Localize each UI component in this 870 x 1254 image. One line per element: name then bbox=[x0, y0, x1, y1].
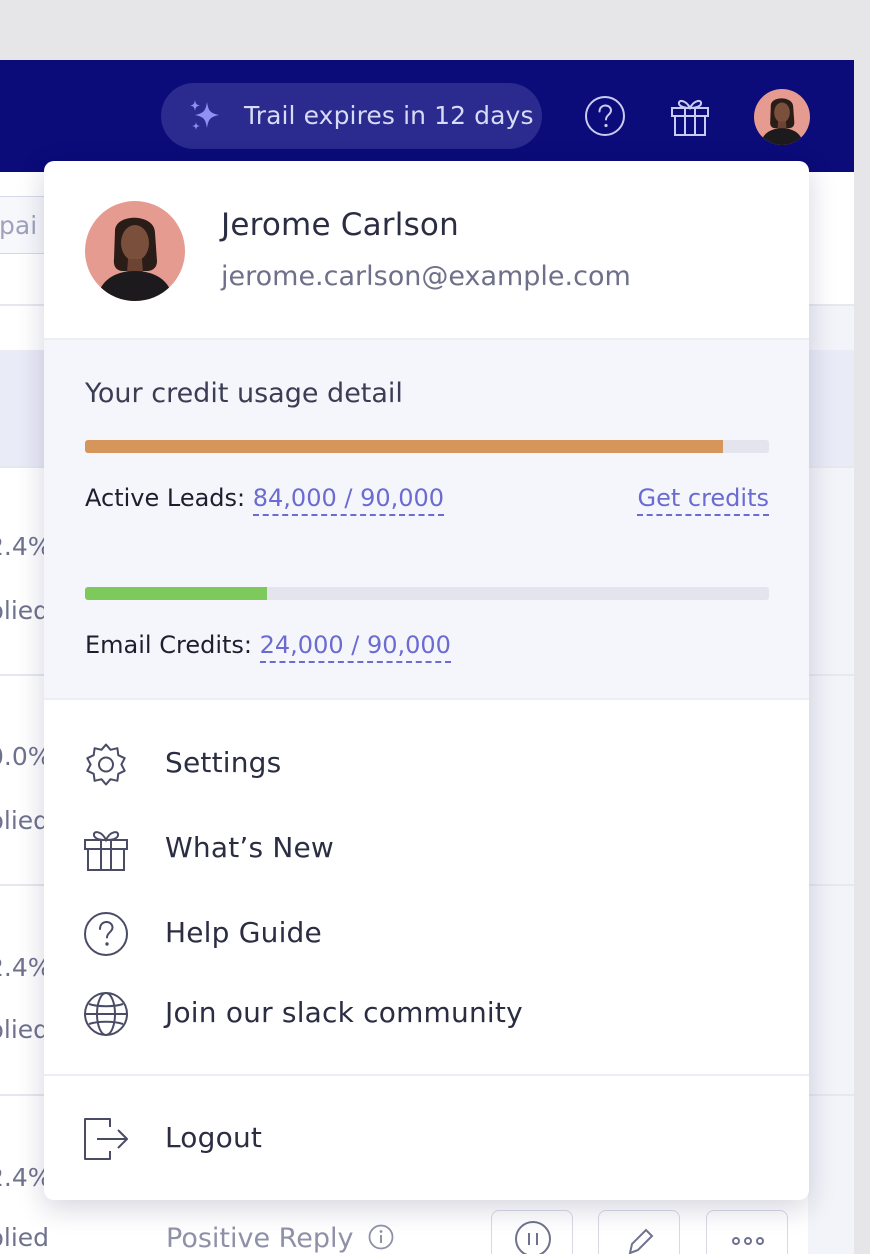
menu-item-label: Help Guide bbox=[165, 916, 322, 949]
more-button[interactable] bbox=[706, 1210, 788, 1254]
logout-label: Logout bbox=[165, 1121, 263, 1154]
trial-label: Trail expires in 12 days bbox=[244, 101, 534, 130]
email-credits-value[interactable]: 24,000 / 90,000 bbox=[259, 631, 451, 663]
pause-button[interactable] bbox=[491, 1210, 573, 1254]
gear-icon bbox=[86, 743, 126, 786]
active-leads-value[interactable]: 84,000 / 90,000 bbox=[252, 484, 445, 516]
globe-icon bbox=[84, 992, 128, 1036]
active-leads-progress-fill bbox=[85, 440, 724, 453]
user-name: Jerome Carlson bbox=[221, 207, 459, 243]
help-circle-icon[interactable] bbox=[584, 95, 626, 137]
menu-item-label: What’s New bbox=[165, 831, 335, 864]
credit-usage-section: Your credit usage detail Active Leads: 8… bbox=[44, 338, 809, 700]
profile-header: Jerome Carlson jerome.carlson@example.co… bbox=[44, 161, 809, 338]
info-icon[interactable] bbox=[368, 1224, 394, 1250]
active-leads-label: Active Leads: bbox=[85, 484, 246, 512]
trial-badge[interactable]: Trail expires in 12 days bbox=[161, 83, 542, 149]
credit-usage-heading: Your credit usage detail bbox=[85, 378, 403, 409]
more-icon bbox=[732, 1237, 764, 1245]
menu-item-whats-new[interactable]: What’s New bbox=[44, 813, 809, 883]
edit-button[interactable] bbox=[598, 1210, 680, 1254]
help-circle-icon bbox=[84, 912, 128, 956]
sparkle-icon bbox=[190, 100, 219, 130]
menu-divider bbox=[44, 1074, 809, 1076]
menu-item-slack-community[interactable]: Join our slack community bbox=[44, 978, 809, 1048]
user-email: jerome.carlson@example.com bbox=[221, 261, 631, 292]
email-credits-label: Email Credits: bbox=[85, 631, 252, 659]
user-avatar-button[interactable] bbox=[754, 89, 810, 145]
active-leads-progress bbox=[85, 440, 769, 453]
table-cell: plied bbox=[0, 1223, 50, 1252]
table-cell: plied bbox=[0, 806, 50, 835]
menu-item-label: Settings bbox=[165, 746, 282, 779]
table-cell: plied bbox=[0, 596, 50, 625]
status-label-text: Positive Reply bbox=[166, 1223, 354, 1254]
avatar-image bbox=[754, 89, 810, 145]
logout-button[interactable]: Logout bbox=[44, 1103, 809, 1173]
gift-icon[interactable] bbox=[668, 94, 712, 138]
email-credits-progress-fill bbox=[85, 587, 268, 600]
menu-item-settings[interactable]: Settings bbox=[44, 728, 809, 798]
pause-icon bbox=[515, 1221, 551, 1254]
gift-icon bbox=[84, 831, 128, 871]
menu-item-help-guide[interactable]: Help Guide bbox=[44, 898, 809, 968]
get-credits-link[interactable]: Get credits bbox=[637, 484, 769, 516]
email-credits-row: Email Credits: 24,000 / 90,000 bbox=[85, 631, 451, 663]
profile-dropdown: Jerome Carlson jerome.carlson@example.co… bbox=[44, 161, 809, 1200]
top-navigation-bar: Trail expires in 12 days bbox=[0, 60, 854, 172]
logout-icon bbox=[84, 1118, 128, 1160]
active-leads-row: Active Leads: 84,000 / 90,000 bbox=[85, 484, 445, 516]
avatar bbox=[85, 201, 185, 301]
table-cell: plied bbox=[0, 1015, 50, 1044]
avatar-image bbox=[85, 201, 185, 301]
search-input-text: pai bbox=[0, 211, 38, 240]
status-label: Positive Reply bbox=[166, 1223, 394, 1254]
menu-item-label: Join our slack community bbox=[165, 996, 523, 1029]
email-credits-progress bbox=[85, 587, 769, 600]
pencil-icon bbox=[628, 1228, 654, 1254]
